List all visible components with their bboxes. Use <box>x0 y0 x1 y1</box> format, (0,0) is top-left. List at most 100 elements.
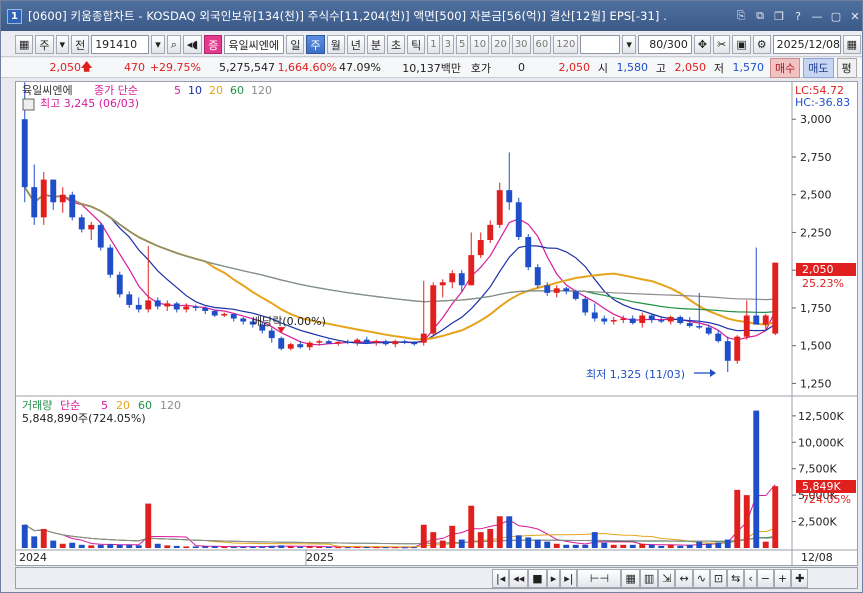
minimize-icon[interactable]: — <box>810 9 824 23</box>
volume-bar <box>69 542 76 548</box>
volume-tick-label: 2,500K <box>798 516 837 529</box>
help-icon[interactable]: ? <box>791 9 805 23</box>
candle-body <box>154 300 161 307</box>
open-value: 1,580 <box>616 61 649 74</box>
candle-body <box>297 344 304 348</box>
last-icon[interactable]: ▸| <box>560 568 578 588</box>
candle-body <box>401 341 408 343</box>
interval-1[interactable]: 1 <box>427 35 440 54</box>
chart-area[interactable]: 3,0002,7502,5002,2502,0001,7501,5001,250… <box>15 81 858 566</box>
chart-window: 1 [0600] 키움종합차트 - KOSDAQ 외국인보유[134(천)] 주… <box>0 0 863 593</box>
volume-bar <box>183 546 190 548</box>
count-input[interactable]: 80/300 <box>637 35 692 54</box>
frame-icon[interactable]: ⊡ <box>709 568 728 588</box>
shrink-icon[interactable]: ⇲ <box>658 568 676 588</box>
volume-ratio: 1,664.60% <box>277 61 337 74</box>
scissors-icon[interactable]: ✂ <box>713 35 731 54</box>
gear-icon[interactable]: ⚙ <box>752 35 771 54</box>
axes: 3,0002,7502,5002,2502,0001,7501,5001,250… <box>792 113 844 529</box>
period-month[interactable]: 월 <box>326 35 345 54</box>
volume-bar <box>705 543 712 548</box>
interval-60[interactable]: 60 <box>532 35 552 54</box>
candle-body <box>610 320 617 322</box>
chart-type-icon[interactable]: ∿ <box>692 568 710 588</box>
period-tick[interactable]: 틱 <box>407 35 426 54</box>
interval-20[interactable]: 20 <box>491 35 510 54</box>
volume-bar <box>525 537 532 548</box>
buy-button[interactable]: 매수 <box>770 57 801 78</box>
volume-bar <box>107 544 114 548</box>
price-tick-label: 2,500 <box>800 189 832 202</box>
interval-dropdown-icon[interactable]: ▾ <box>622 35 636 54</box>
volume-bar <box>316 546 323 548</box>
volume-bar <box>78 544 85 548</box>
next-page-icon[interactable]: ▸ <box>546 568 561 588</box>
custom-interval-input[interactable] <box>580 35 621 54</box>
eval-button[interactable]: 평 <box>836 57 857 78</box>
period-second[interactable]: 초 <box>386 35 406 54</box>
first-icon[interactable]: |◂ <box>492 568 510 588</box>
period-year[interactable]: 년 <box>346 35 365 54</box>
volume-bar <box>401 547 408 549</box>
volume-bar <box>259 546 266 548</box>
interval-10[interactable]: 10 <box>470 35 490 54</box>
crosshair-icon[interactable]: ✚ <box>791 568 809 588</box>
x-label-2024: 2024 <box>19 551 47 564</box>
market-dropdown-icon[interactable]: ▾ <box>55 35 70 54</box>
scope-select[interactable]: 전 <box>71 35 90 54</box>
candle-body <box>544 285 551 293</box>
stock-name-field[interactable]: 육일씨엔에 <box>224 35 285 54</box>
interval-5[interactable]: 5 <box>455 35 469 54</box>
stop-icon[interactable]: ■ <box>528 568 547 588</box>
calendar-icon[interactable]: ▦ <box>842 35 862 54</box>
candle-body <box>677 317 684 324</box>
move-arrows-icon[interactable]: ✥ <box>693 35 712 54</box>
interval-3[interactable]: 3 <box>441 35 454 54</box>
volume-bar <box>477 532 484 548</box>
prev-page-icon[interactable]: ◂◂ <box>509 568 529 588</box>
code-dropdown-icon[interactable]: ▾ <box>151 35 165 54</box>
interval-120[interactable]: 120 <box>553 35 579 54</box>
code-input[interactable]: 191410 <box>91 35 150 54</box>
volume-bar <box>620 544 627 548</box>
close-icon[interactable]: ✕ <box>848 9 862 23</box>
sell-button[interactable]: 매도 <box>803 57 834 78</box>
open-label: 시 <box>597 61 608 75</box>
zoom-in-icon[interactable]: + <box>773 568 792 588</box>
legend-ma10: 10 <box>188 84 202 97</box>
link-icon[interactable]: ⎘ <box>734 9 748 23</box>
period-week[interactable]: 주 <box>306 35 325 54</box>
grid-lines <box>16 82 857 565</box>
volume-ma-line-120 <box>24 524 776 545</box>
quote-bar: 2,050 🡅 470 +29.75% 5,275,547 1,664.60% … <box>1 57 862 78</box>
candle-body <box>287 344 294 349</box>
period-day[interactable]: 일 <box>286 35 305 54</box>
zoom-out-icon[interactable]: − <box>756 568 774 588</box>
interval-30[interactable]: 30 <box>511 35 531 54</box>
chart-canvas[interactable]: 3,0002,7502,5002,2502,0001,7501,5001,250… <box>16 82 857 565</box>
tile-view-icon[interactable]: ▦ <box>621 568 640 588</box>
layout-icon[interactable]: ▦ <box>15 35 34 54</box>
candle-body <box>69 194 76 218</box>
calculator-icon[interactable] <box>22 98 35 111</box>
mirror-icon[interactable]: ⇆ <box>727 568 745 588</box>
speaker-icon[interactable]: ◂◖ <box>182 35 203 54</box>
restore-icon[interactable]: ❐ <box>772 9 786 23</box>
candle-body <box>705 327 712 334</box>
period-minute[interactable]: 분 <box>366 35 385 54</box>
split-view-icon[interactable]: ▥ <box>639 568 659 588</box>
date-input[interactable]: 2025/12/08 <box>772 35 841 54</box>
zoom-slider[interactable]: ⊢⊣ <box>577 568 622 588</box>
price-tick-label: 3,000 <box>800 113 832 126</box>
maximize-icon[interactable]: ▢ <box>829 9 843 23</box>
tile-icon[interactable]: ⧉ <box>753 9 767 23</box>
candle-body <box>591 312 598 319</box>
search-icon[interactable]: ⌕ <box>166 35 181 54</box>
save-icon[interactable]: ▣ <box>732 35 751 54</box>
market-select[interactable]: 주 <box>35 35 54 54</box>
volume-bar <box>420 524 427 548</box>
measure-icon[interactable]: ↔ <box>675 568 693 588</box>
volume-bar <box>325 546 332 548</box>
prev-icon[interactable]: ‹ <box>744 568 757 588</box>
turnover-ratio: 47.09% <box>339 61 381 74</box>
